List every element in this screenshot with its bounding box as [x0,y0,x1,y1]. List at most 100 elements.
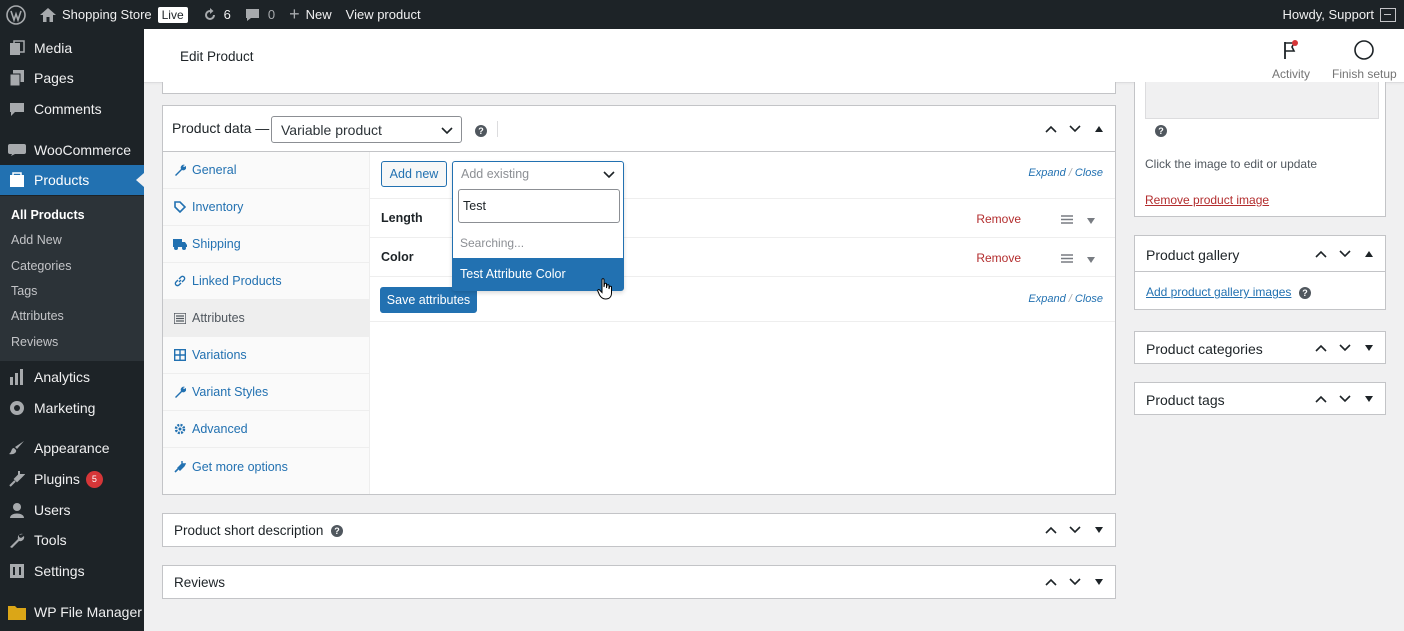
previous-metabox-bottom [162,82,1116,94]
remove-attribute-link[interactable]: Remove [976,212,1021,226]
woocommerce-header: Edit Product Activity Finish setup [144,29,1404,83]
expand-close-separator: / [1068,167,1072,179]
updates-link[interactable]: 6 [195,0,238,29]
close-link[interactable]: Close [1075,293,1103,305]
move-down-icon[interactable] [1337,391,1353,407]
attribute-search-input[interactable] [458,189,620,223]
move-down-icon[interactable] [1337,340,1353,356]
tab-inventory[interactable]: Inventory [163,189,369,226]
short-description-title: Product short description [174,523,324,538]
move-up-icon[interactable] [1043,121,1059,137]
product-data-handles [1043,121,1107,137]
wordpress-logo-icon[interactable] [0,0,33,29]
menu-woocommerce[interactable]: WooCommerce [0,135,144,165]
menu-settings[interactable]: Settings [0,556,144,586]
toggle-panel-icon[interactable] [1361,246,1377,262]
move-down-icon[interactable] [1337,246,1353,262]
new-content-link[interactable]: + New [282,0,339,29]
help-icon[interactable]: ? [475,125,487,137]
remove-product-image-link[interactable]: Remove product image [1145,193,1269,207]
submenu-categories[interactable]: Categories [11,259,71,273]
expand-link[interactable]: Expand [1028,167,1065,179]
submenu-reviews[interactable]: Reviews [11,335,58,349]
add-existing-select[interactable]: Add existing [453,162,623,186]
menu-analytics[interactable]: Analytics [0,362,144,392]
tab-general-label: General [192,163,237,177]
product-gallery-title: Product gallery [1146,247,1240,263]
menu-analytics-label: Analytics [34,369,91,385]
menu-products-label: Products [34,172,90,188]
menu-products[interactable]: Products [0,165,144,195]
move-up-icon[interactable] [1313,340,1329,356]
product-categories-box: Product categories [1134,331,1386,364]
product-image-thumbnail[interactable] [1145,82,1379,119]
site-name: Shopping Store [62,7,152,22]
menu-plugins[interactable]: Plugins 5 [0,464,144,494]
product-type-select[interactable]: Variable product [271,116,462,143]
tab-shipping[interactable]: Shipping [163,226,369,263]
finish-setup-button[interactable]: Finish setup [1332,39,1397,81]
toggle-panel-icon[interactable] [1361,340,1377,356]
product-short-description-box: Product short description ? [162,513,1116,547]
move-down-icon[interactable] [1067,121,1083,137]
tab-general[interactable]: General [163,152,369,189]
tab-variations-label: Variations [192,348,247,362]
chevron-down-icon [603,168,615,182]
menu-wp-file-manager[interactable]: WP File Manager [0,597,144,627]
tab-variant-styles[interactable]: Variant Styles [163,374,369,411]
tab-get-more-options[interactable]: Get more options [163,448,369,485]
searching-status: Searching... [460,236,525,250]
help-icon[interactable]: ? [1299,287,1311,299]
plugin-icon [8,470,26,488]
menu-comments-label: Comments [34,101,102,117]
menu-users[interactable]: Users [0,495,144,525]
truck-icon [173,237,187,251]
toggle-panel-icon[interactable] [1091,574,1107,590]
activity-label: Activity [1272,67,1311,81]
remove-attribute-link[interactable]: Remove [976,251,1021,265]
submenu-add-new[interactable]: Add New [11,233,62,247]
tab-advanced[interactable]: Advanced [163,411,369,448]
submenu-tags[interactable]: Tags [11,284,37,298]
toggle-panel-icon[interactable] [1091,121,1107,137]
caret-down-icon[interactable] [1087,251,1095,266]
menu-comments[interactable]: Comments [0,94,144,124]
close-link[interactable]: Close [1075,167,1103,179]
submenu-attributes[interactable]: Attributes [11,309,64,323]
menu-users-label: Users [34,502,71,518]
tab-linked-products[interactable]: Linked Products [163,263,369,300]
caret-down-icon[interactable] [1087,212,1095,227]
submenu-all-products[interactable]: All Products [11,208,85,222]
toggle-panel-icon[interactable] [1091,522,1107,538]
move-down-icon[interactable] [1067,574,1083,590]
add-new-attribute-button[interactable]: Add new [381,161,447,187]
menu-appearance[interactable]: Appearance [0,433,144,463]
menu-media[interactable]: Media [0,33,144,63]
move-down-icon[interactable] [1067,522,1083,538]
menu-pages[interactable]: Pages [0,63,144,93]
activity-button[interactable]: Activity [1272,39,1310,81]
toggle-panel-icon[interactable] [1361,391,1377,407]
move-up-icon[interactable] [1043,574,1059,590]
comments-link[interactable]: 0 [238,0,282,29]
view-product-link[interactable]: View product [339,0,428,29]
tab-attributes[interactable]: Attributes [163,300,369,337]
help-icon[interactable]: ? [1155,125,1167,137]
add-existing-dropdown[interactable]: Add existing Searching... Test Attribute… [452,161,624,291]
site-name-link[interactable]: Shopping Store Live [33,0,195,29]
add-gallery-images-link[interactable]: Add product gallery images [1146,285,1291,299]
tab-variations[interactable]: Variations [163,337,369,374]
drag-handle-icon[interactable] [1061,251,1073,266]
products-submenu: All Products Add New Categories Tags Att… [0,196,144,361]
move-up-icon[interactable] [1313,246,1329,262]
my-account[interactable]: Howdy, Support [1282,0,1396,29]
expand-link[interactable]: Expand [1028,293,1065,305]
product-data-tabs: General Inventory Shipping Linked Produc… [163,152,370,494]
drag-handle-icon[interactable] [1061,212,1073,227]
move-up-icon[interactable] [1313,391,1329,407]
menu-marketing[interactable]: Marketing [0,393,144,423]
help-icon[interactable]: ? [331,525,343,537]
move-up-icon[interactable] [1043,522,1059,538]
circle-progress-icon [1353,39,1375,61]
menu-tools[interactable]: Tools [0,525,144,555]
